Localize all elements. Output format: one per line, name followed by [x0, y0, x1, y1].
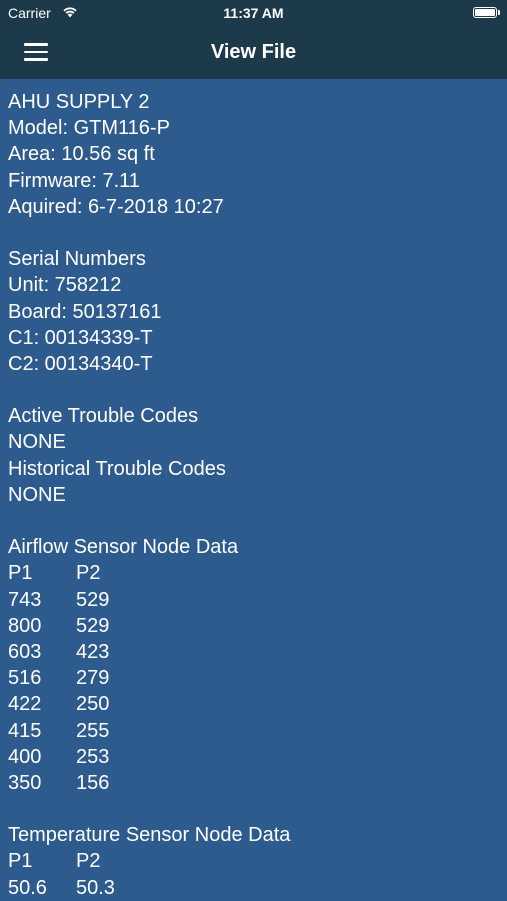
navigation-bar: View File [0, 28, 507, 79]
file-content: AHU SUPPLY 2 Model: GTM116-P Area: 10.56… [8, 89, 503, 901]
airflow-row: 415 255 [8, 718, 503, 744]
device-area: Area: 10.56 sq ft [8, 143, 155, 166]
serial-c2: C2: 00134340-T [8, 352, 153, 375]
airflow-p2-value: 253 [76, 745, 110, 768]
serial-c1: C1: 00134339-T [8, 326, 153, 349]
airflow-row: 800 529 [8, 613, 503, 639]
temperature-column-p2: P2 [76, 850, 101, 873]
airflow-p1-value: 422 [8, 693, 42, 716]
airflow-p1-value: 415 [8, 719, 42, 742]
airflow-p1-value: 516 [8, 667, 42, 690]
clock: 11:37 AM [223, 5, 284, 21]
airflow-p2-value: 529 [76, 614, 110, 637]
serial-board: Board: 50137161 [8, 300, 162, 323]
device-model: Model: GTM116-P [8, 117, 170, 140]
airflow-row: 422 250 [8, 691, 503, 717]
active-trouble-codes-heading: Active Trouble Codes [8, 405, 199, 428]
airflow-row: 516 279 [8, 665, 503, 691]
page-title: View File [210, 41, 297, 63]
temperature-p1-value: 50.6 [8, 876, 47, 899]
airflow-header-row: P1 P2 [8, 560, 503, 586]
airflow-p2-value: 156 [76, 771, 110, 794]
airflow-row: 603 423 [8, 639, 503, 665]
airflow-row: 743 529 [8, 587, 503, 613]
active-trouble-codes-value: NONE [8, 431, 66, 454]
historical-trouble-codes-heading: Historical Trouble Codes [8, 457, 226, 480]
airflow-p2-value: 250 [76, 693, 110, 716]
device-name: AHU SUPPLY 2 [8, 91, 150, 113]
device-firmware: Firmware: 7.11 [8, 169, 140, 192]
airflow-heading: Airflow Sensor Node Data [8, 536, 239, 559]
serial-unit: Unit: 758212 [8, 274, 122, 297]
airflow-row: 400 253 [8, 744, 503, 770]
airflow-p2-value: 279 [76, 667, 110, 690]
airflow-column-p1: P1 [8, 562, 33, 585]
airflow-p2-value: 255 [76, 719, 110, 742]
airflow-column-p2: P2 [76, 562, 101, 585]
temperature-header-row: P1 P2 [8, 848, 503, 874]
temperature-heading: Temperature Sensor Node Data [8, 824, 291, 847]
temperature-column-p1: P1 [8, 850, 33, 873]
airflow-p1-value: 400 [8, 745, 42, 768]
airflow-p1-value: 350 [8, 771, 42, 794]
airflow-p1-value: 603 [8, 640, 42, 663]
airflow-p2-value: 529 [76, 588, 110, 611]
temperature-p2-value: 50.3 [76, 876, 115, 899]
temperature-row: 50.6 50.3 [8, 875, 503, 901]
device-acquired: Aquired: 6-7-2018 10:27 [8, 195, 224, 218]
battery-icon [473, 7, 500, 18]
serial-numbers-heading: Serial Numbers [8, 248, 146, 271]
airflow-row: 350 156 [8, 770, 503, 796]
airflow-p1-value: 800 [8, 614, 42, 637]
historical-trouble-codes-value: NONE [8, 483, 66, 506]
airflow-p1-value: 743 [8, 588, 42, 611]
airflow-p2-value: 423 [76, 640, 110, 663]
status-bar: Carrier 11:37 AM [0, 0, 507, 28]
